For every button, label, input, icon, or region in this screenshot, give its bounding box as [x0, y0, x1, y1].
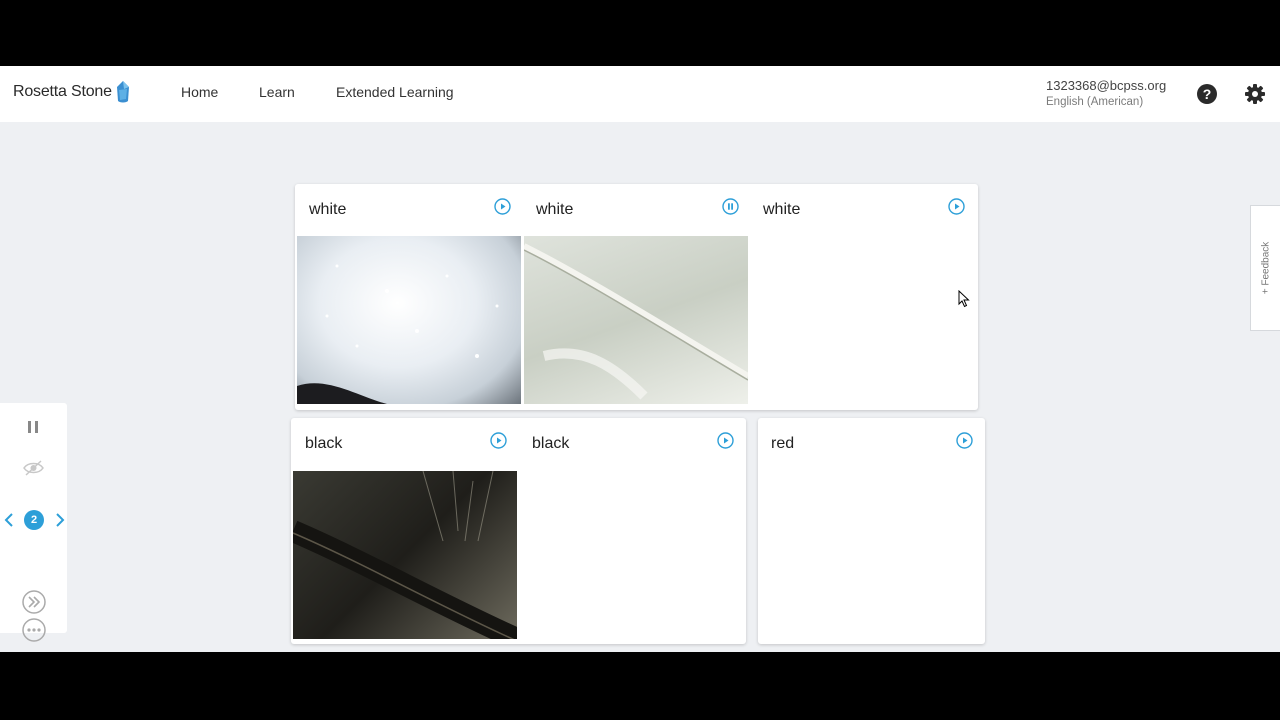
- feedback-tab[interactable]: + Feedback: [1250, 205, 1280, 331]
- rosetta-stone-logo[interactable]: Rosetta Stone: [13, 79, 131, 105]
- black-feather-image: [293, 471, 517, 639]
- pause-icon[interactable]: [26, 419, 40, 435]
- answer-card-2[interactable]: black black: [291, 418, 746, 644]
- tile-word: black: [532, 435, 570, 452]
- logo-icon: [116, 81, 129, 103]
- feather-image: [524, 236, 748, 404]
- chevron-right-icon[interactable]: [55, 513, 65, 527]
- play-audio-icon[interactable]: [717, 432, 734, 449]
- answer-card-1[interactable]: white white white: [295, 184, 978, 410]
- top-header: Rosetta Stone Home Learn Extended Learni…: [0, 66, 1280, 122]
- tile-word: white: [309, 201, 347, 218]
- chevron-left-icon[interactable]: [4, 513, 14, 527]
- tile-word: black: [305, 435, 343, 452]
- tile-black-blank[interactable]: black: [519, 418, 746, 644]
- tile-red-blank[interactable]: red: [758, 418, 985, 644]
- gear-icon[interactable]: [1244, 83, 1266, 105]
- logo-text: Rosetta Stone: [13, 83, 112, 100]
- tile-black-feather[interactable]: black: [291, 418, 519, 644]
- play-audio-icon[interactable]: [948, 198, 965, 215]
- feedback-label: + Feedback: [1260, 241, 1272, 295]
- mouse-cursor-icon: [958, 290, 970, 308]
- sugar-image: [297, 236, 521, 404]
- answer-card-3[interactable]: red: [758, 418, 985, 644]
- hide-eye-icon[interactable]: [23, 460, 44, 476]
- tile-word: white: [536, 201, 574, 218]
- tile-word: white: [763, 201, 801, 218]
- play-audio-icon[interactable]: [956, 432, 973, 449]
- app-window: Rosetta Stone Home Learn Extended Learni…: [0, 66, 1280, 652]
- more-dots-icon[interactable]: [22, 618, 46, 642]
- tile-word: red: [771, 435, 795, 452]
- play-audio-icon[interactable]: [490, 432, 507, 449]
- user-language: English (American): [1046, 96, 1144, 108]
- tile-white-sugar[interactable]: white: [295, 184, 523, 410]
- skip-forward-icon[interactable]: [22, 590, 46, 614]
- svg-text:?: ?: [1203, 86, 1212, 102]
- nav-extended-learning[interactable]: Extended Learning: [336, 84, 454, 100]
- tile-white-feather[interactable]: white: [523, 184, 750, 410]
- play-audio-icon[interactable]: [494, 198, 511, 215]
- nav-home[interactable]: Home: [181, 84, 218, 100]
- nav-learn[interactable]: Learn: [259, 84, 295, 100]
- page-number-badge: 2: [24, 510, 44, 530]
- user-email[interactable]: 1323368@bcpss.org: [1046, 78, 1166, 93]
- tile-white-blank[interactable]: white: [750, 184, 978, 410]
- help-circle-icon[interactable]: ?: [1196, 83, 1218, 105]
- pause-audio-icon[interactable]: [722, 198, 739, 215]
